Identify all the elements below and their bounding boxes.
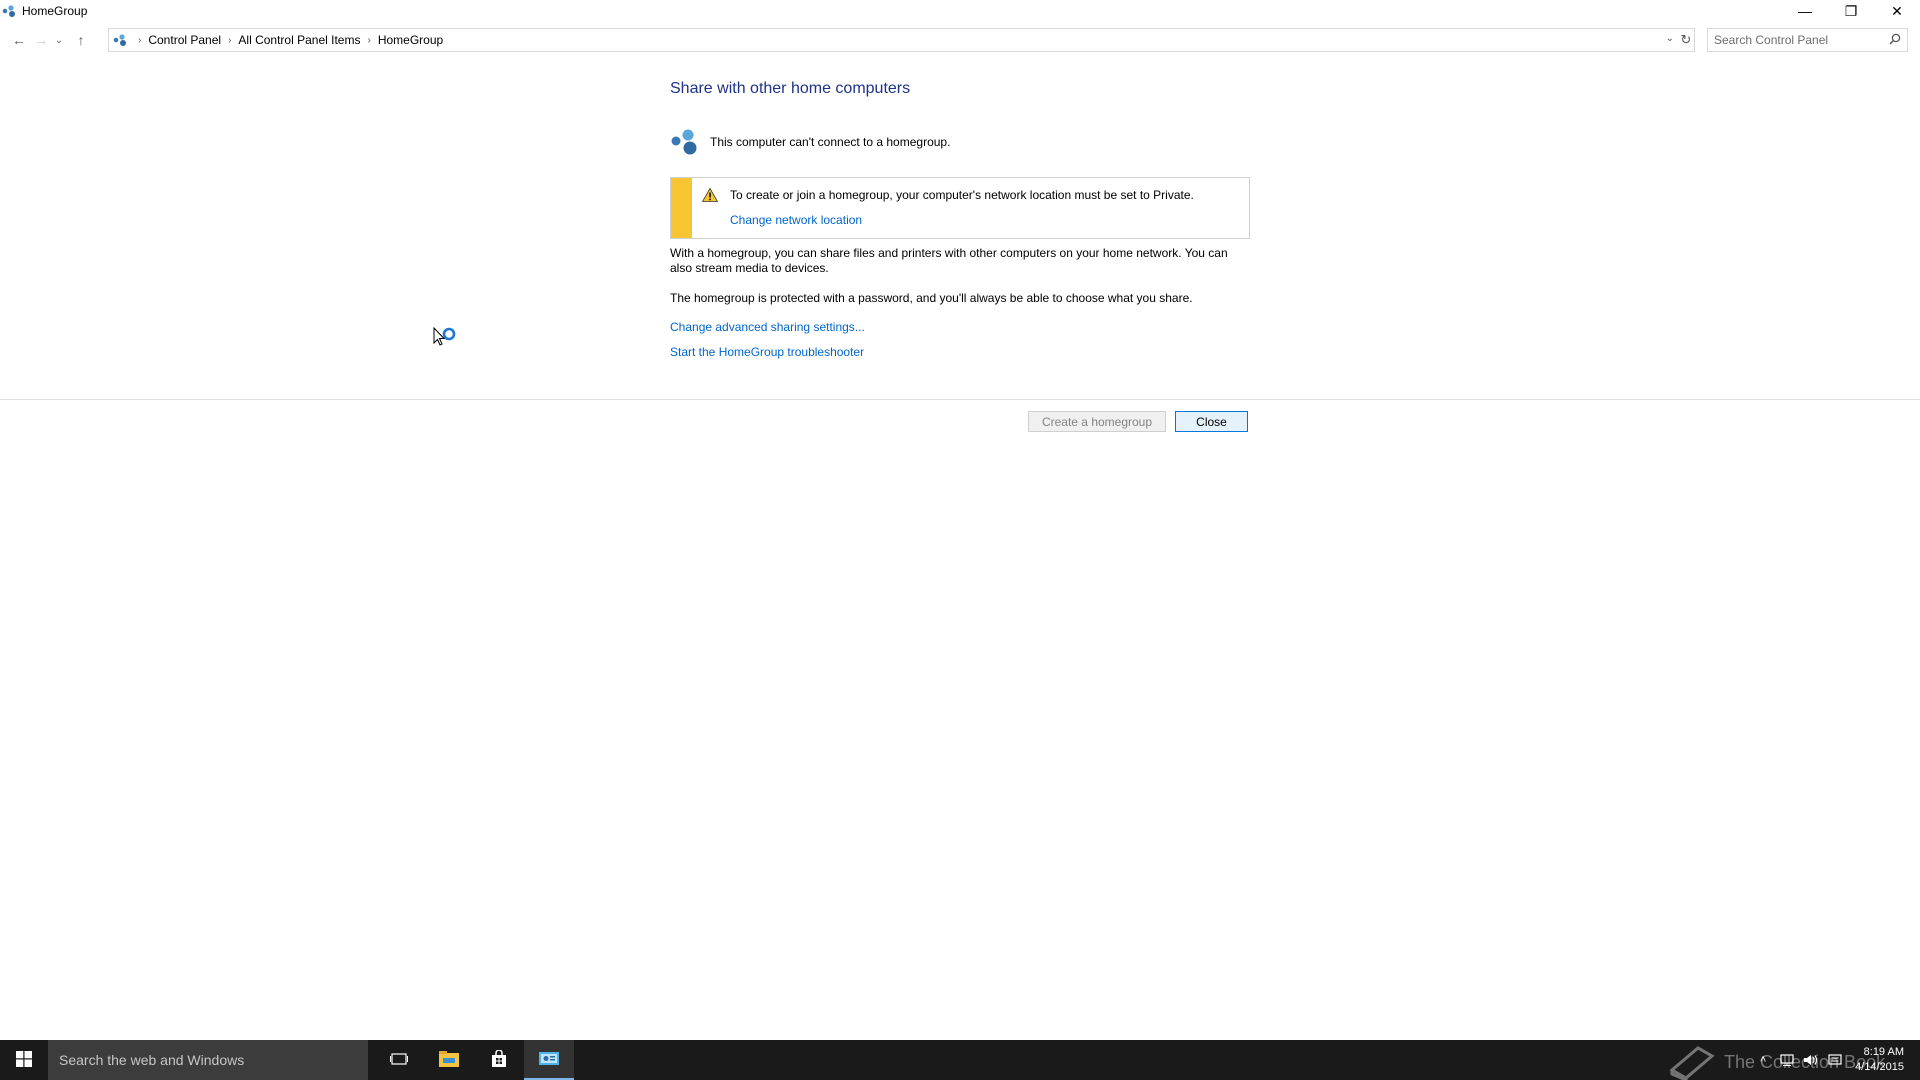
search-icon[interactable] [1889,33,1901,45]
recent-locations-button[interactable]: ⌄ [52,29,66,51]
restore-button[interactable]: ❐ [1828,0,1874,22]
navigation-bar: ← → ⌄ ↑ › Control Panel › All Control Pa… [0,28,1920,52]
back-button[interactable]: ← [8,29,30,51]
taskbar-search-input[interactable] [59,1052,349,1068]
create-homegroup-button[interactable]: Create a homegroup [1028,411,1166,432]
book-watermark-icon [1669,1046,1715,1080]
window-title: HomeGroup [22,4,88,18]
taskbar-search[interactable] [48,1040,368,1080]
control-panel-icon [538,1050,560,1071]
close-window-button[interactable]: ✕ [1874,0,1920,22]
store-button[interactable] [474,1040,524,1080]
breadcrumb-control-panel[interactable]: Control Panel [144,33,225,47]
divider [0,399,1920,400]
action-center-icon[interactable] [1823,1040,1847,1080]
network-icon[interactable] [1775,1040,1799,1080]
system-tray: ˄ 8:19 AM 4/14/2015 [1751,1040,1910,1080]
warning-bar [671,178,692,238]
troubleshooter-link[interactable]: Start the HomeGroup troubleshooter [670,345,864,359]
password-info-text: The homegroup is protected with a passwo… [670,291,1193,305]
warning-text: To create or join a homegroup, your comp… [730,188,1194,202]
clock-date: 4/14/2015 [1855,1061,1904,1073]
homegroup-icon [670,128,700,156]
breadcrumb-separator[interactable]: › [135,35,144,46]
task-view-icon [390,1051,408,1070]
up-button[interactable]: ↑ [70,29,92,51]
breadcrumb-separator[interactable]: › [225,35,234,46]
search-box[interactable] [1707,28,1908,52]
volume-icon[interactable] [1799,1040,1823,1080]
taskbar [0,1040,1920,1080]
breadcrumb-homegroup[interactable]: HomeGroup [374,33,447,47]
forward-button[interactable]: → [30,29,52,51]
warning-box: To create or join a homegroup, your comp… [670,177,1250,239]
window-controls: — ❐ ✕ [1782,0,1920,22]
page-title: Share with other home computers [670,80,911,97]
start-button[interactable] [0,1040,48,1080]
status-text: This computer can't connect to a homegro… [710,135,951,149]
clock[interactable]: 8:19 AM 4/14/2015 [1855,1045,1904,1075]
minimize-button[interactable]: — [1782,0,1828,22]
file-explorer-icon [438,1050,460,1071]
warning-icon [701,187,719,202]
breadcrumb-all-items[interactable]: All Control Panel Items [234,33,364,47]
title-bar: HomeGroup — ❐ ✕ [0,0,1920,22]
homegroup-icon [113,33,131,47]
description-text: With a homegroup, you can share files an… [670,246,1228,275]
address-bar[interactable]: › Control Panel › All Control Panel Item… [108,28,1695,52]
file-explorer-button[interactable] [424,1040,474,1080]
address-dropdown-button[interactable]: ⌄ [1666,33,1674,44]
tray-overflow-button[interactable]: ˄ [1751,1040,1775,1080]
task-view-button[interactable] [374,1040,424,1080]
busy-cursor-icon [433,326,459,351]
windows-logo-icon [16,1050,32,1070]
store-icon [490,1048,508,1071]
breadcrumb-separator[interactable]: › [364,35,373,46]
homegroup-icon [2,4,16,18]
status-row: This computer can't connect to a homegro… [670,128,950,156]
control-panel-taskbar-button[interactable] [524,1040,574,1080]
change-network-location-link[interactable]: Change network location [730,213,862,227]
homegroup-panel: Share with other home computers This com… [670,80,1250,359]
clock-time: 8:19 AM [1863,1046,1904,1058]
search-input[interactable] [1714,33,1884,47]
advanced-sharing-link[interactable]: Change advanced sharing settings... [670,320,865,334]
close-button[interactable]: Close [1175,411,1248,432]
refresh-button[interactable]: ↻ [1676,28,1696,52]
